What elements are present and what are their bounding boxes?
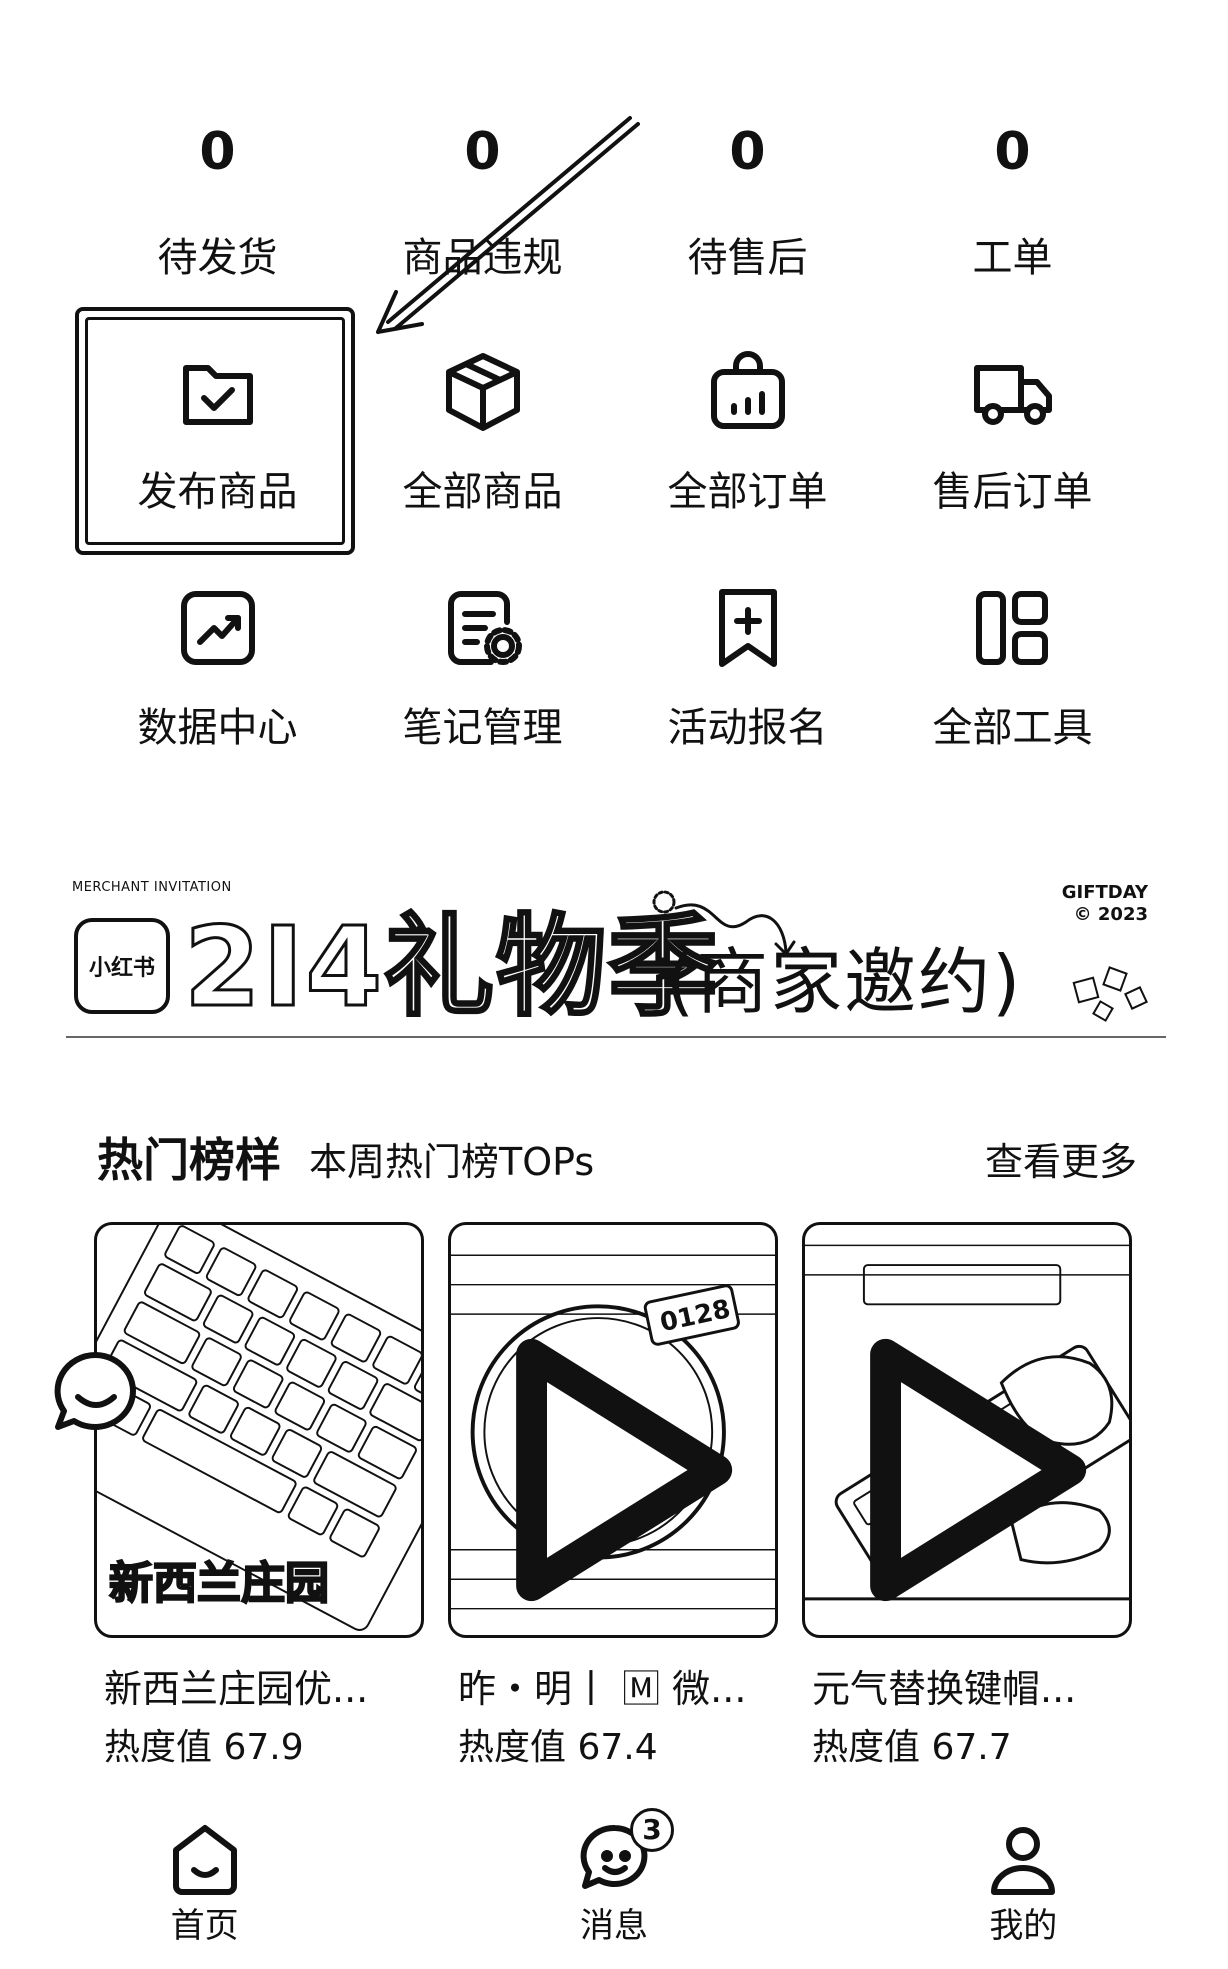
card-heat-value: 热度值 67.7 xyxy=(812,1727,1012,1768)
nav-item-home[interactable]: 首页 xyxy=(95,1820,315,1969)
curly-arrow-icon xyxy=(652,890,796,957)
user-icon xyxy=(991,1827,1056,1895)
tool-aftersale-orders[interactable]: 售后订单 xyxy=(880,330,1145,566)
tool-all-tools[interactable]: 全部工具 xyxy=(880,566,1145,802)
card-title: 昨・明丨 🄼 微... xyxy=(458,1667,747,1711)
hot-card[interactable]: 0128 昨・明丨 🄼 微... 热度值 67.4 xyxy=(448,1222,778,1772)
play-icon xyxy=(870,1338,1087,1602)
tool-label: 售后订单 xyxy=(932,469,1093,515)
truck-icon xyxy=(973,365,1052,425)
grid-tools-icon xyxy=(975,591,1048,665)
stat-work-orders[interactable]: 0 工单 xyxy=(880,120,1145,284)
stat-pending-aftersale[interactable]: 0 待售后 xyxy=(615,120,880,284)
stat-value: 0 xyxy=(199,122,236,182)
nav-label: 消息 xyxy=(579,1906,648,1946)
gift-season-banner[interactable]: MERCHANT INVITATION 小红书 2I4礼物季 (商家邀约) GI… xyxy=(66,870,1166,1050)
tool-note-management[interactable]: 笔记管理 xyxy=(350,566,615,802)
tool-label: 全部工具 xyxy=(932,705,1093,751)
banner-divider xyxy=(66,1036,1166,1038)
merchant-home-page: 0 待发货 0 商品违规 0 待售后 0 工单 发布商品 全部商品 全部订单 售… xyxy=(0,0,1228,1969)
hot-list-header: 热门榜样 本周热门榜TOPs 查看更多 xyxy=(97,1130,1137,1190)
xiaohongshu-logo: 小红书 xyxy=(74,918,170,1014)
unread-badge: 3 xyxy=(629,1808,674,1852)
tool-event-signup[interactable]: 活动报名 xyxy=(615,566,880,802)
bookmark-plus-icon xyxy=(718,589,777,667)
confetti-decoration-icon xyxy=(1072,966,1148,1022)
tool-label: 笔记管理 xyxy=(402,705,563,751)
banner-brand: GIFTDAY © 2023 xyxy=(1062,884,1148,924)
stat-value: 0 xyxy=(729,122,766,182)
nav-item-profile[interactable]: 我的 xyxy=(913,1820,1133,1969)
nav-item-messages[interactable]: 3 消息 xyxy=(504,1808,724,1969)
folder-check-icon xyxy=(182,365,253,425)
card-thumbnail xyxy=(802,1222,1132,1638)
pointer-arrow-icon xyxy=(376,116,640,334)
tool-data-center[interactable]: 数据中心 xyxy=(85,566,350,802)
play-icon xyxy=(516,1338,733,1602)
stat-label: 待售后 xyxy=(687,235,808,281)
note-settings-icon xyxy=(447,591,522,665)
stat-label: 工单 xyxy=(972,235,1053,281)
nav-label: 首页 xyxy=(170,1906,239,1946)
card-overlay-text: 新西兰庄园 xyxy=(108,1557,330,1610)
trend-chart-icon xyxy=(180,591,255,665)
tool-label: 全部订单 xyxy=(667,469,828,515)
card-heat-value: 热度值 67.9 xyxy=(104,1727,304,1768)
customer-service-chat-icon[interactable] xyxy=(48,1345,144,1441)
nav-label: 我的 xyxy=(989,1906,1058,1946)
banner-subtitle: MERCHANT INVITATION xyxy=(72,880,232,895)
bag-chart-icon xyxy=(710,351,785,429)
banner-brand-line1: GIFTDAY xyxy=(1061,882,1148,903)
card-thumbnail: 0128 xyxy=(448,1222,778,1638)
card-heat-value: 热度值 67.4 xyxy=(458,1727,658,1768)
tool-publish-product[interactable]: 发布商品 xyxy=(85,330,350,566)
banner-title: 2I4礼物季 xyxy=(182,903,721,1031)
hot-list-title: 热门榜样 xyxy=(97,1133,281,1187)
stat-value: 0 xyxy=(994,122,1031,182)
hot-list-subtitle: 本周热门榜TOPs xyxy=(309,1140,595,1184)
hot-card[interactable]: 元气替换键帽... 热度值 67.7 xyxy=(802,1222,1132,1772)
card-title: 元气替换键帽... xyxy=(812,1667,1077,1711)
tool-label: 数据中心 xyxy=(137,705,298,751)
card-title: 新西兰庄园优... xyxy=(104,1667,369,1711)
bottom-nav: 首页 3 消息 我的 xyxy=(0,1808,1228,1969)
tool-all-products[interactable]: 全部商品 xyxy=(350,330,615,566)
tool-label: 全部商品 xyxy=(402,469,563,515)
hot-list-cards: 新西兰庄园 新西兰庄园优... 热度值 67.9 0128 昨・明丨 🄼 微..… xyxy=(94,1222,1134,1772)
banner-brand-line2: © 2023 xyxy=(1073,904,1148,925)
box-icon xyxy=(445,353,520,431)
stat-pending-shipment[interactable]: 0 待发货 xyxy=(85,120,350,284)
home-icon xyxy=(172,1825,237,1895)
stat-label: 待发货 xyxy=(157,235,278,281)
tool-label: 活动报名 xyxy=(667,705,828,751)
tool-grid: 发布商品 全部商品 全部订单 售后订单 数据中心 笔记管理 活动报名 全部工具 xyxy=(85,330,1145,802)
tool-label: 发布商品 xyxy=(137,469,298,515)
tool-all-orders[interactable]: 全部订单 xyxy=(615,330,880,566)
hot-card[interactable]: 新西兰庄园 新西兰庄园优... 热度值 67.9 xyxy=(94,1222,424,1772)
see-more-link[interactable]: 查看更多 xyxy=(985,1134,1137,1190)
